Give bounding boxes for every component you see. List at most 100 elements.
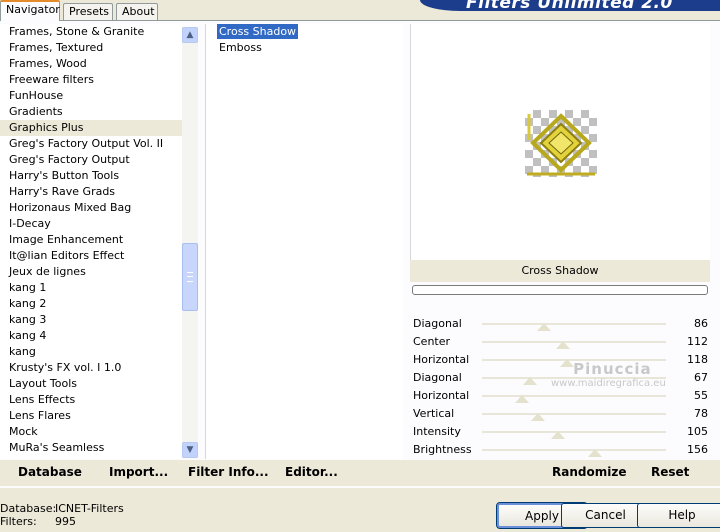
slider-label: Horizontal [413,353,470,366]
category-item[interactable]: It@lian Editors Effect [0,248,182,264]
filter-info-button[interactable]: Filter Info... [188,465,269,479]
slider-thumb[interactable] [555,341,570,349]
slider-thumb[interactable] [531,413,546,421]
slider-label: Brightness [413,443,472,456]
category-item[interactable]: Lens Flares [0,408,182,424]
category-list[interactable]: Frames, Stone & Granite Frames, Textured F… [0,24,182,459]
category-item[interactable]: FunHouse [0,88,182,104]
editor-button[interactable]: Editor... [285,465,338,479]
slider-track[interactable] [482,449,666,451]
slider-track[interactable] [482,413,666,415]
category-scrollbar[interactable]: ▲ ▼ [182,27,198,458]
scroll-grip-icon [187,272,193,282]
slider-label: Vertical [413,407,455,420]
app-banner: Filters Unlimited 2.0 [420,0,720,11]
category-item[interactable]: Greg's Factory Output Vol. II [0,136,182,152]
slider-track[interactable] [482,323,666,325]
slider-value: 55 [694,389,708,402]
slider-track[interactable] [482,377,666,379]
slider-row: Brightness 156 [410,441,710,459]
slider-track[interactable] [482,431,666,433]
slider-row: Diagonal 67 [410,369,710,387]
category-item[interactable]: kang 3 [0,312,182,328]
preview-image [525,110,597,177]
slider-label: Center [413,335,451,348]
category-item[interactable]: Harry's Button Tools [0,168,182,184]
slider-track[interactable] [482,341,666,343]
category-item[interactable]: kang 4 [0,328,182,344]
database-status-value: ICNET-Filters [55,502,124,515]
progress-bar [412,285,708,295]
import-button[interactable]: Import... [109,465,168,479]
slider-label: Horizontal [413,389,470,402]
filter-item[interactable]: Cross Shadow [206,24,403,40]
tab-about[interactable]: About [116,3,158,20]
category-item[interactable]: Harry's Rave Grads [0,184,182,200]
category-item[interactable]: Greg's Factory Output [0,152,182,168]
app-banner-title: Filters Unlimited 2.0 [466,0,673,11]
filters-status-value: 995 [55,515,76,528]
category-item[interactable]: kang [0,344,182,360]
scroll-down-button[interactable]: ▼ [182,442,198,458]
category-item[interactable]: MuRa's Seamless [0,440,182,456]
randomize-button[interactable]: Randomize [552,465,626,479]
slider-row: Diagonal 86 [410,315,710,333]
category-item[interactable]: Horizonaus Mixed Bag [0,200,182,216]
scroll-thumb[interactable] [182,243,198,311]
category-item[interactable]: kang 2 [0,296,182,312]
filter-item-label: Cross Shadow [217,24,299,39]
slider-value: 105 [687,425,708,438]
slider-row: Horizontal 55 [410,387,710,405]
scroll-up-button[interactable]: ▲ [182,27,198,43]
category-item[interactable]: Lens Effects [0,392,182,408]
slider-value: 118 [687,353,708,366]
database-button[interactable]: Database [18,465,82,479]
help-button[interactable]: Help [637,503,720,528]
slider-thumb[interactable] [560,359,575,367]
category-item[interactable]: Graphics Plus [0,120,182,136]
category-item[interactable]: Freeware filters [0,72,182,88]
category-item[interactable]: I-Decay [0,216,182,232]
action-bar: Database Import... Filter Info... Editor… [0,460,720,486]
slider-value: 112 [687,335,708,348]
slider-value: 67 [694,371,708,384]
filter-item[interactable]: Emboss [206,40,403,56]
category-item[interactable]: kang 1 [0,280,182,296]
slider-thumb[interactable] [550,431,565,439]
tab-navigator[interactable]: Navigator [0,0,60,21]
slider-value: 78 [694,407,708,420]
category-item[interactable]: Frames, Wood [0,56,182,72]
category-item[interactable]: Gradients [0,104,182,120]
reset-button[interactable]: Reset [651,465,689,479]
parameter-sliders: Diagonal 86 Center 112 Horizontal 118 Diagonal… [410,315,710,459]
category-item[interactable]: Jeux de lignes [0,264,182,280]
slider-thumb[interactable] [523,377,538,385]
slider-track[interactable] [482,395,666,397]
filter-list[interactable]: Cross Shadow Emboss [205,24,403,459]
slider-label: Intensity [413,425,461,438]
preview-pane [410,24,710,260]
database-status-label: Database: [0,502,57,515]
slider-value: 86 [694,317,708,330]
category-item[interactable]: Layout Tools [0,376,182,392]
tab-presets[interactable]: Presets [63,3,113,20]
category-item[interactable]: Image Enhancement [0,232,182,248]
category-item[interactable]: Frames, Stone & Granite [0,24,182,40]
slider-row: Intensity 105 [410,423,710,441]
slider-row: Horizontal 118 [410,351,710,369]
tab-navigator-label: Navigator [6,3,60,16]
cross-shadow-preview-icon [527,113,595,176]
filter-name-label: Cross Shadow [410,260,710,282]
tab-about-label: About [122,5,155,18]
slider-row: Vertical 78 [410,405,710,423]
slider-thumb[interactable] [514,395,529,403]
slider-row: Center 112 [410,333,710,351]
category-item[interactable]: Frames, Textured [0,40,182,56]
slider-thumb[interactable] [587,449,602,457]
slider-thumb[interactable] [537,323,552,331]
slider-value: 156 [687,443,708,456]
tab-presets-label: Presets [69,5,110,18]
category-item[interactable]: Krusty's FX vol. I 1.0 [0,360,182,376]
filters-status-label: Filters: [0,515,37,528]
category-item[interactable]: Mock [0,424,182,440]
